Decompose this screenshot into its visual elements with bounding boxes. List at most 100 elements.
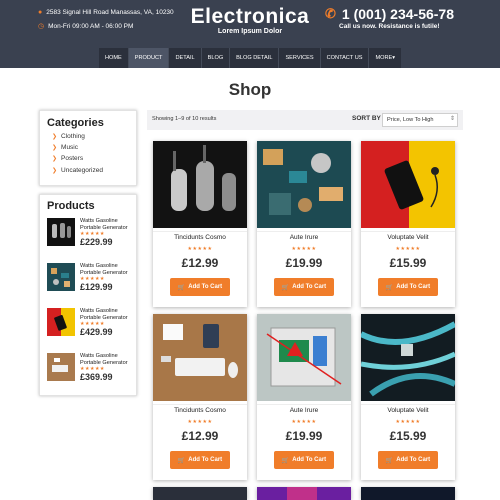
results-count: Showing 1–9 of 10 results	[152, 116, 217, 122]
cart-icon: 🛒	[177, 457, 186, 464]
category-label[interactable]: Clothing	[61, 133, 85, 140]
sidebar-product[interactable]: Watts Gasoline Portable Generator ★★★★★ …	[47, 218, 129, 263]
add-to-cart-label[interactable]: Add To Cart	[188, 457, 222, 463]
nav-more[interactable]: MORE▾	[369, 48, 401, 68]
product-price: £19.99	[285, 429, 323, 443]
nav-product[interactable]: PRODUCT	[128, 48, 170, 68]
product-card[interactable]: Aute Irure ★★★★★ £19.99 🛒 Add To Cart	[257, 141, 351, 307]
card-divider	[153, 404, 247, 405]
product-card[interactable]: Aute Irure ★★★★★ £19.99 🛒 Add To Cart	[257, 314, 351, 480]
sidebar-product-price: £129.99	[80, 281, 113, 292]
nav-blog[interactable]: BLOG	[202, 48, 231, 68]
cart-icon: 🛒	[177, 284, 186, 291]
product-name[interactable]: Tincidunts Cosmo	[153, 234, 247, 241]
rating-stars: ★★★★★	[395, 246, 421, 252]
brand[interactable]: Electronica Lorem Ipsum Dolor	[175, 5, 325, 35]
product-image[interactable]	[257, 141, 351, 228]
sidebar-product-name[interactable]: Watts Gasoline Portable Generator	[80, 263, 129, 276]
product-thumbnail[interactable]	[47, 308, 75, 336]
nav-contact-us[interactable]: CONTACT US	[321, 48, 370, 68]
sidebar-product-name[interactable]: Watts Gasoline Portable Generator	[80, 353, 129, 366]
product-image[interactable]	[361, 487, 455, 500]
product-card[interactable]: Tincidunts Cosmo ★★★★★ £12.99 🛒 Add To Ca…	[153, 141, 247, 307]
add-to-cart-label[interactable]: Add To Cart	[292, 284, 326, 290]
add-to-cart-button[interactable]: 🛒 Add To Cart	[274, 451, 334, 469]
address-text: 2583 Signal Hill Road Manassas, VA, 1023…	[46, 9, 174, 16]
add-to-cart-button[interactable]: 🛒 Add To Cart	[274, 278, 334, 296]
product-price: £15.99	[389, 429, 427, 443]
add-to-cart-button[interactable]: 🛒 Add To Cart	[378, 278, 438, 296]
category-label[interactable]: Music	[61, 144, 78, 151]
sidebar-product[interactable]: Watts Gasoline Portable Generator ★★★★★ …	[47, 308, 129, 353]
rating-stars: ★★★★★	[187, 419, 213, 425]
rating-stars: ★★★★★	[291, 419, 317, 425]
product-thumbnail[interactable]	[47, 353, 75, 381]
page-title: Shop	[228, 80, 272, 99]
brand-tagline: Lorem Ipsum Dolor	[217, 28, 283, 35]
product-card[interactable]: Tincidunts Cosmo ★★★★★ £12.99 🛒 Add To Ca…	[153, 314, 247, 480]
card-divider	[153, 231, 247, 232]
brand-name[interactable]: Electronica	[175, 5, 325, 29]
product-name[interactable]: Tincidunts Cosmo	[153, 407, 247, 414]
product-image[interactable]	[153, 141, 247, 228]
category-item[interactable]: ❯ Uncategorized	[52, 167, 129, 174]
product-name[interactable]: Voluptate Velit	[361, 407, 455, 414]
product-price: £12.99	[181, 429, 219, 443]
product-price: £12.99	[181, 256, 219, 270]
product-card[interactable]: Voluptate Velit ★★★★★ £15.99 🛒 Add To Car…	[361, 314, 455, 480]
chevron-right-icon: ❯	[52, 167, 58, 174]
nav-home[interactable]: HOME	[99, 48, 129, 68]
category-item[interactable]: ❯ Music	[52, 144, 129, 151]
cart-icon: 🛒	[385, 457, 394, 464]
sort-label: SORT BY	[352, 115, 381, 122]
add-to-cart-button[interactable]: 🛒 Add To Cart	[170, 451, 230, 469]
product-image[interactable]	[153, 314, 247, 401]
category-item[interactable]: ❯ Posters	[52, 155, 129, 162]
add-to-cart-button[interactable]: 🛒 Add To Cart	[170, 278, 230, 296]
rating-stars: ★★★★★	[187, 246, 213, 252]
add-to-cart-label[interactable]: Add To Cart	[292, 457, 326, 463]
phone-note: Call us now. Resistance is futile!	[339, 23, 440, 30]
add-to-cart-button[interactable]: 🛒 Add To Cart	[378, 451, 438, 469]
nav-services[interactable]: SERVICES	[279, 48, 321, 68]
product-image[interactable]	[361, 141, 455, 228]
product-thumbnail[interactable]	[47, 218, 75, 246]
product-card-partial[interactable]	[153, 487, 247, 500]
add-to-cart-label[interactable]: Add To Cart	[396, 457, 430, 463]
product-card-partial[interactable]	[361, 487, 455, 500]
sidebar-product-name[interactable]: Watts Gasoline Portable Generator	[80, 218, 129, 231]
category-item[interactable]: ❯ Clothing	[52, 133, 129, 140]
product-card-partial[interactable]	[257, 487, 351, 500]
category-label[interactable]: Posters	[61, 155, 83, 162]
sidebar-product-price: £429.99	[80, 326, 113, 337]
chevron-right-icon: ❯	[52, 134, 58, 140]
categories-title: Categories	[47, 117, 104, 129]
nav-blog-detail[interactable]: BLOG DETAIL	[230, 48, 280, 68]
product-name[interactable]: Voluptate Velit	[361, 234, 455, 241]
product-name[interactable]: Aute Irure	[257, 234, 351, 241]
add-to-cart-label[interactable]: Add To Cart	[188, 284, 222, 290]
add-to-cart-label[interactable]: Add To Cart	[396, 284, 430, 290]
product-image[interactable]	[257, 487, 351, 500]
category-label[interactable]: Uncategorized	[61, 167, 103, 174]
product-card[interactable]: Voluptate Velit ★★★★★ £15.99 🛒 Add To Car…	[361, 141, 455, 307]
product-thumbnail[interactable]	[47, 263, 75, 291]
sidebar-product-name[interactable]: Watts Gasoline Portable Generator	[80, 308, 129, 321]
sidebar-product[interactable]: Watts Gasoline Portable Generator ★★★★★ …	[47, 263, 129, 308]
product-name[interactable]: Aute Irure	[257, 407, 351, 414]
sidebar-product-price: £369.99	[80, 371, 113, 382]
main-nav: HOME PRODUCT DETAIL BLOG BLOG DETAIL SER…	[99, 48, 402, 68]
product-image[interactable]	[257, 314, 351, 401]
cart-icon: 🛒	[281, 284, 290, 291]
categories-panel: Categories ❯ Clothing ❯ Music ❯ Posters ❯ Un…	[39, 110, 137, 186]
sidebar-product[interactable]: Watts Gasoline Portable Generator ★★★★★ …	[47, 353, 129, 398]
updown-arrows-icon[interactable]: ⇕	[450, 115, 455, 122]
rating-stars: ★★★★★	[395, 419, 421, 425]
sort-select[interactable]: Price, Low To High ⇕	[382, 113, 458, 127]
product-image[interactable]	[361, 314, 455, 401]
sidebar-products-panel: Products Watts Gasoline Portable Generat…	[39, 194, 137, 396]
nav-detail[interactable]: DETAIL	[169, 48, 202, 68]
product-image[interactable]	[153, 487, 247, 500]
sort-value[interactable]: Price, Low To High	[387, 117, 434, 123]
phone-number[interactable]: 1 (001) 234-56-78	[342, 6, 454, 22]
